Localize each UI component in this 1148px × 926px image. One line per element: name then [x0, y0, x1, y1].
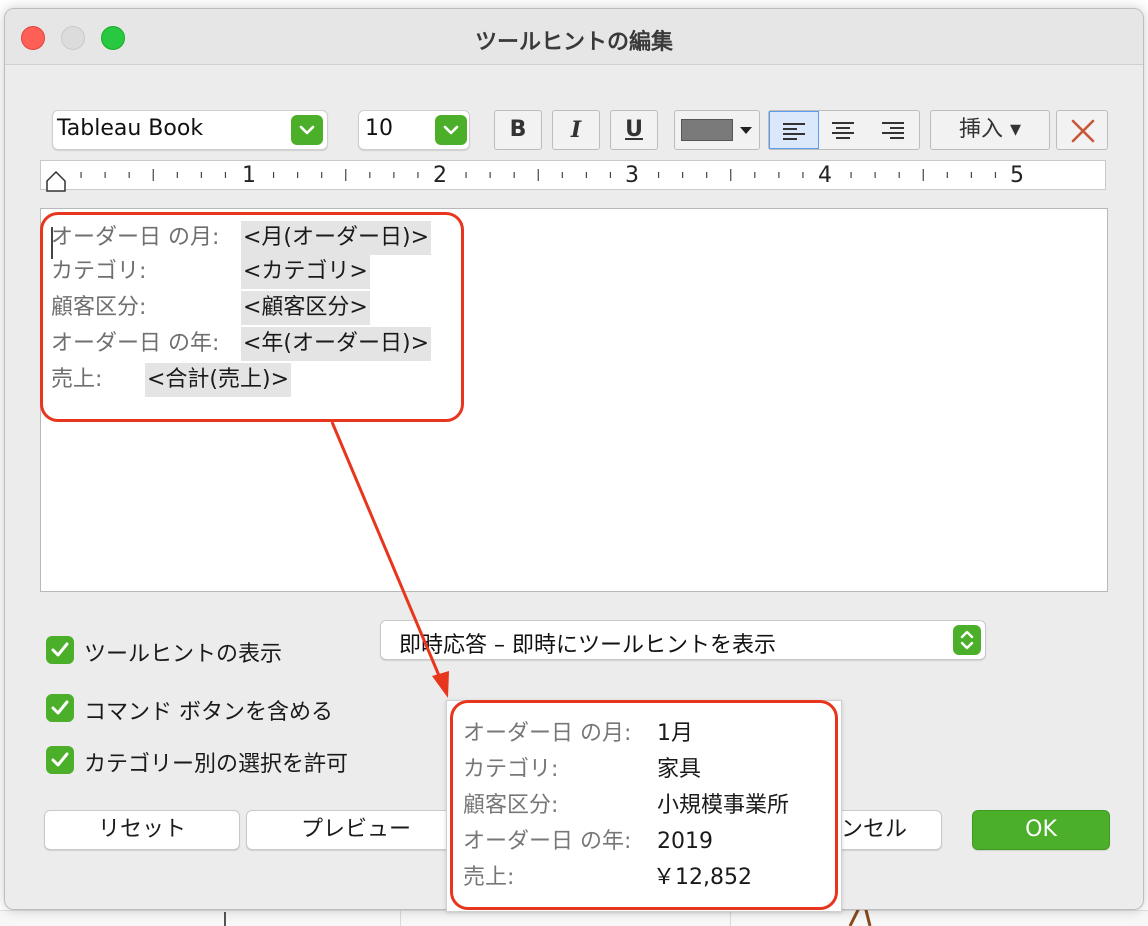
tooltip-preview: オーダー日 の月: 1月 カテゴリ: 家具 顧客区分: 小規模事業所 オーダー日…: [446, 700, 842, 912]
background-gridline: [730, 910, 731, 926]
underline-button[interactable]: U: [610, 110, 658, 150]
editor-field-token[interactable]: <月(オーダー日)>: [241, 221, 432, 255]
checkmark-icon[interactable]: [46, 746, 74, 774]
preview-value: 2019: [657, 829, 713, 854]
bold-button[interactable]: B: [494, 110, 542, 150]
font-family-value: Tableau Book: [57, 116, 204, 141]
ruler-label: 3: [625, 163, 639, 188]
chevron-down-icon[interactable]: [291, 115, 323, 145]
checkmark-icon[interactable]: [46, 694, 74, 722]
close-x-icon: [1071, 119, 1095, 143]
editor-line: 売上: <合計(売上)>: [51, 363, 292, 397]
background-gridline: [400, 910, 401, 926]
preview-row: カテゴリ: 家具: [463, 753, 701, 787]
align-center-icon: [832, 122, 854, 139]
preview-value: 家具: [657, 757, 702, 782]
checkbox-label: カテゴリー別の選択を許可: [84, 752, 349, 777]
align-left-button[interactable]: [769, 111, 819, 149]
font-size-value: 10: [365, 116, 393, 141]
ruler-label: 4: [818, 163, 832, 188]
preview-value: 1月: [657, 721, 693, 746]
indent-marker-icon[interactable]: [45, 171, 67, 193]
updown-chevron-icon[interactable]: [953, 625, 981, 655]
ruler-label: 2: [433, 163, 447, 188]
font-family-dropdown[interactable]: Tableau Book: [52, 110, 328, 150]
editor-field-token[interactable]: <顧客区分>: [241, 291, 370, 325]
background-mark: [224, 912, 226, 926]
preview-row: 顧客区分: 小規模事業所: [463, 789, 789, 823]
editor-line: オーダー日 の年: <年(オーダー日)>: [51, 327, 432, 361]
checkbox-label: コマンド ボタンを含める: [84, 700, 333, 725]
preview-label: オーダー日 の年:: [463, 829, 632, 854]
align-center-button[interactable]: [819, 111, 869, 149]
ruler: 1 2 3 4 5: [40, 160, 1106, 193]
checkbox-label: ツールヒントの表示: [84, 642, 283, 667]
editor-label: オーダー日 の月:: [51, 225, 220, 250]
editor-field-token[interactable]: <カテゴリ>: [241, 255, 370, 289]
preview-button[interactable]: プレビュー: [246, 810, 466, 850]
insert-menu-button[interactable]: 挿入 ▾: [930, 110, 1050, 150]
chevron-down-icon[interactable]: [435, 115, 467, 145]
alignment-group: [768, 110, 920, 150]
tooltip-text-editor[interactable]: オーダー日 の月: <月(オーダー日)> カテゴリ: <カテゴリ> 顧客区分: …: [40, 208, 1108, 592]
preview-row: オーダー日 の月: 1月: [463, 717, 693, 751]
background-sheet: [0, 910, 1148, 926]
response-mode-select[interactable]: 即時応答 – 即時にツールヒントを表示: [380, 620, 986, 660]
align-right-icon: [882, 122, 904, 139]
preview-value: ￥12,852: [653, 865, 752, 890]
italic-button[interactable]: I: [552, 110, 600, 150]
ruler-ticks: [80, 169, 997, 181]
preview-row: オーダー日 の年: 2019: [463, 825, 713, 859]
ruler-label: 5: [1010, 163, 1024, 188]
text-color-picker[interactable]: [674, 110, 760, 150]
editor-label: 売上:: [51, 367, 103, 392]
ruler-label: 1: [242, 163, 256, 188]
window-title: ツールヒントの編集: [474, 30, 673, 55]
font-size-dropdown[interactable]: 10: [358, 110, 470, 150]
editor-field-token[interactable]: <年(オーダー日)>: [241, 327, 432, 361]
editor-field-token[interactable]: <合計(売上)>: [145, 363, 292, 397]
preview-label: カテゴリ:: [463, 757, 559, 782]
editor-line: カテゴリ: <カテゴリ>: [51, 255, 370, 289]
preview-row: 売上: ￥12,852: [463, 861, 752, 895]
editor-label: 顧客区分:: [51, 295, 147, 320]
ok-button[interactable]: OK: [972, 810, 1110, 850]
editor-label: カテゴリ:: [51, 259, 147, 284]
preview-value: 小規模事業所: [657, 793, 790, 818]
color-swatch: [681, 119, 733, 141]
editor-line: 顧客区分: <顧客区分>: [51, 291, 370, 325]
editor-label: オーダー日 の年:: [51, 331, 220, 356]
caret-down-icon: [740, 127, 752, 134]
align-right-button[interactable]: [869, 111, 919, 149]
reset-button[interactable]: リセット: [44, 810, 240, 850]
editor-line: オーダー日 の月: <月(オーダー日)>: [51, 221, 432, 255]
response-mode-value: 即時応答 – 即時にツールヒントを表示: [399, 633, 776, 658]
preview-label: 顧客区分:: [463, 793, 559, 818]
preview-label: 売上:: [463, 865, 515, 890]
preview-label: オーダー日 の月:: [463, 721, 632, 746]
title-bar: ツールヒントの編集: [5, 9, 1143, 65]
clear-button[interactable]: [1056, 110, 1108, 150]
align-left-icon: [783, 123, 805, 140]
checkmark-icon[interactable]: [46, 636, 74, 664]
